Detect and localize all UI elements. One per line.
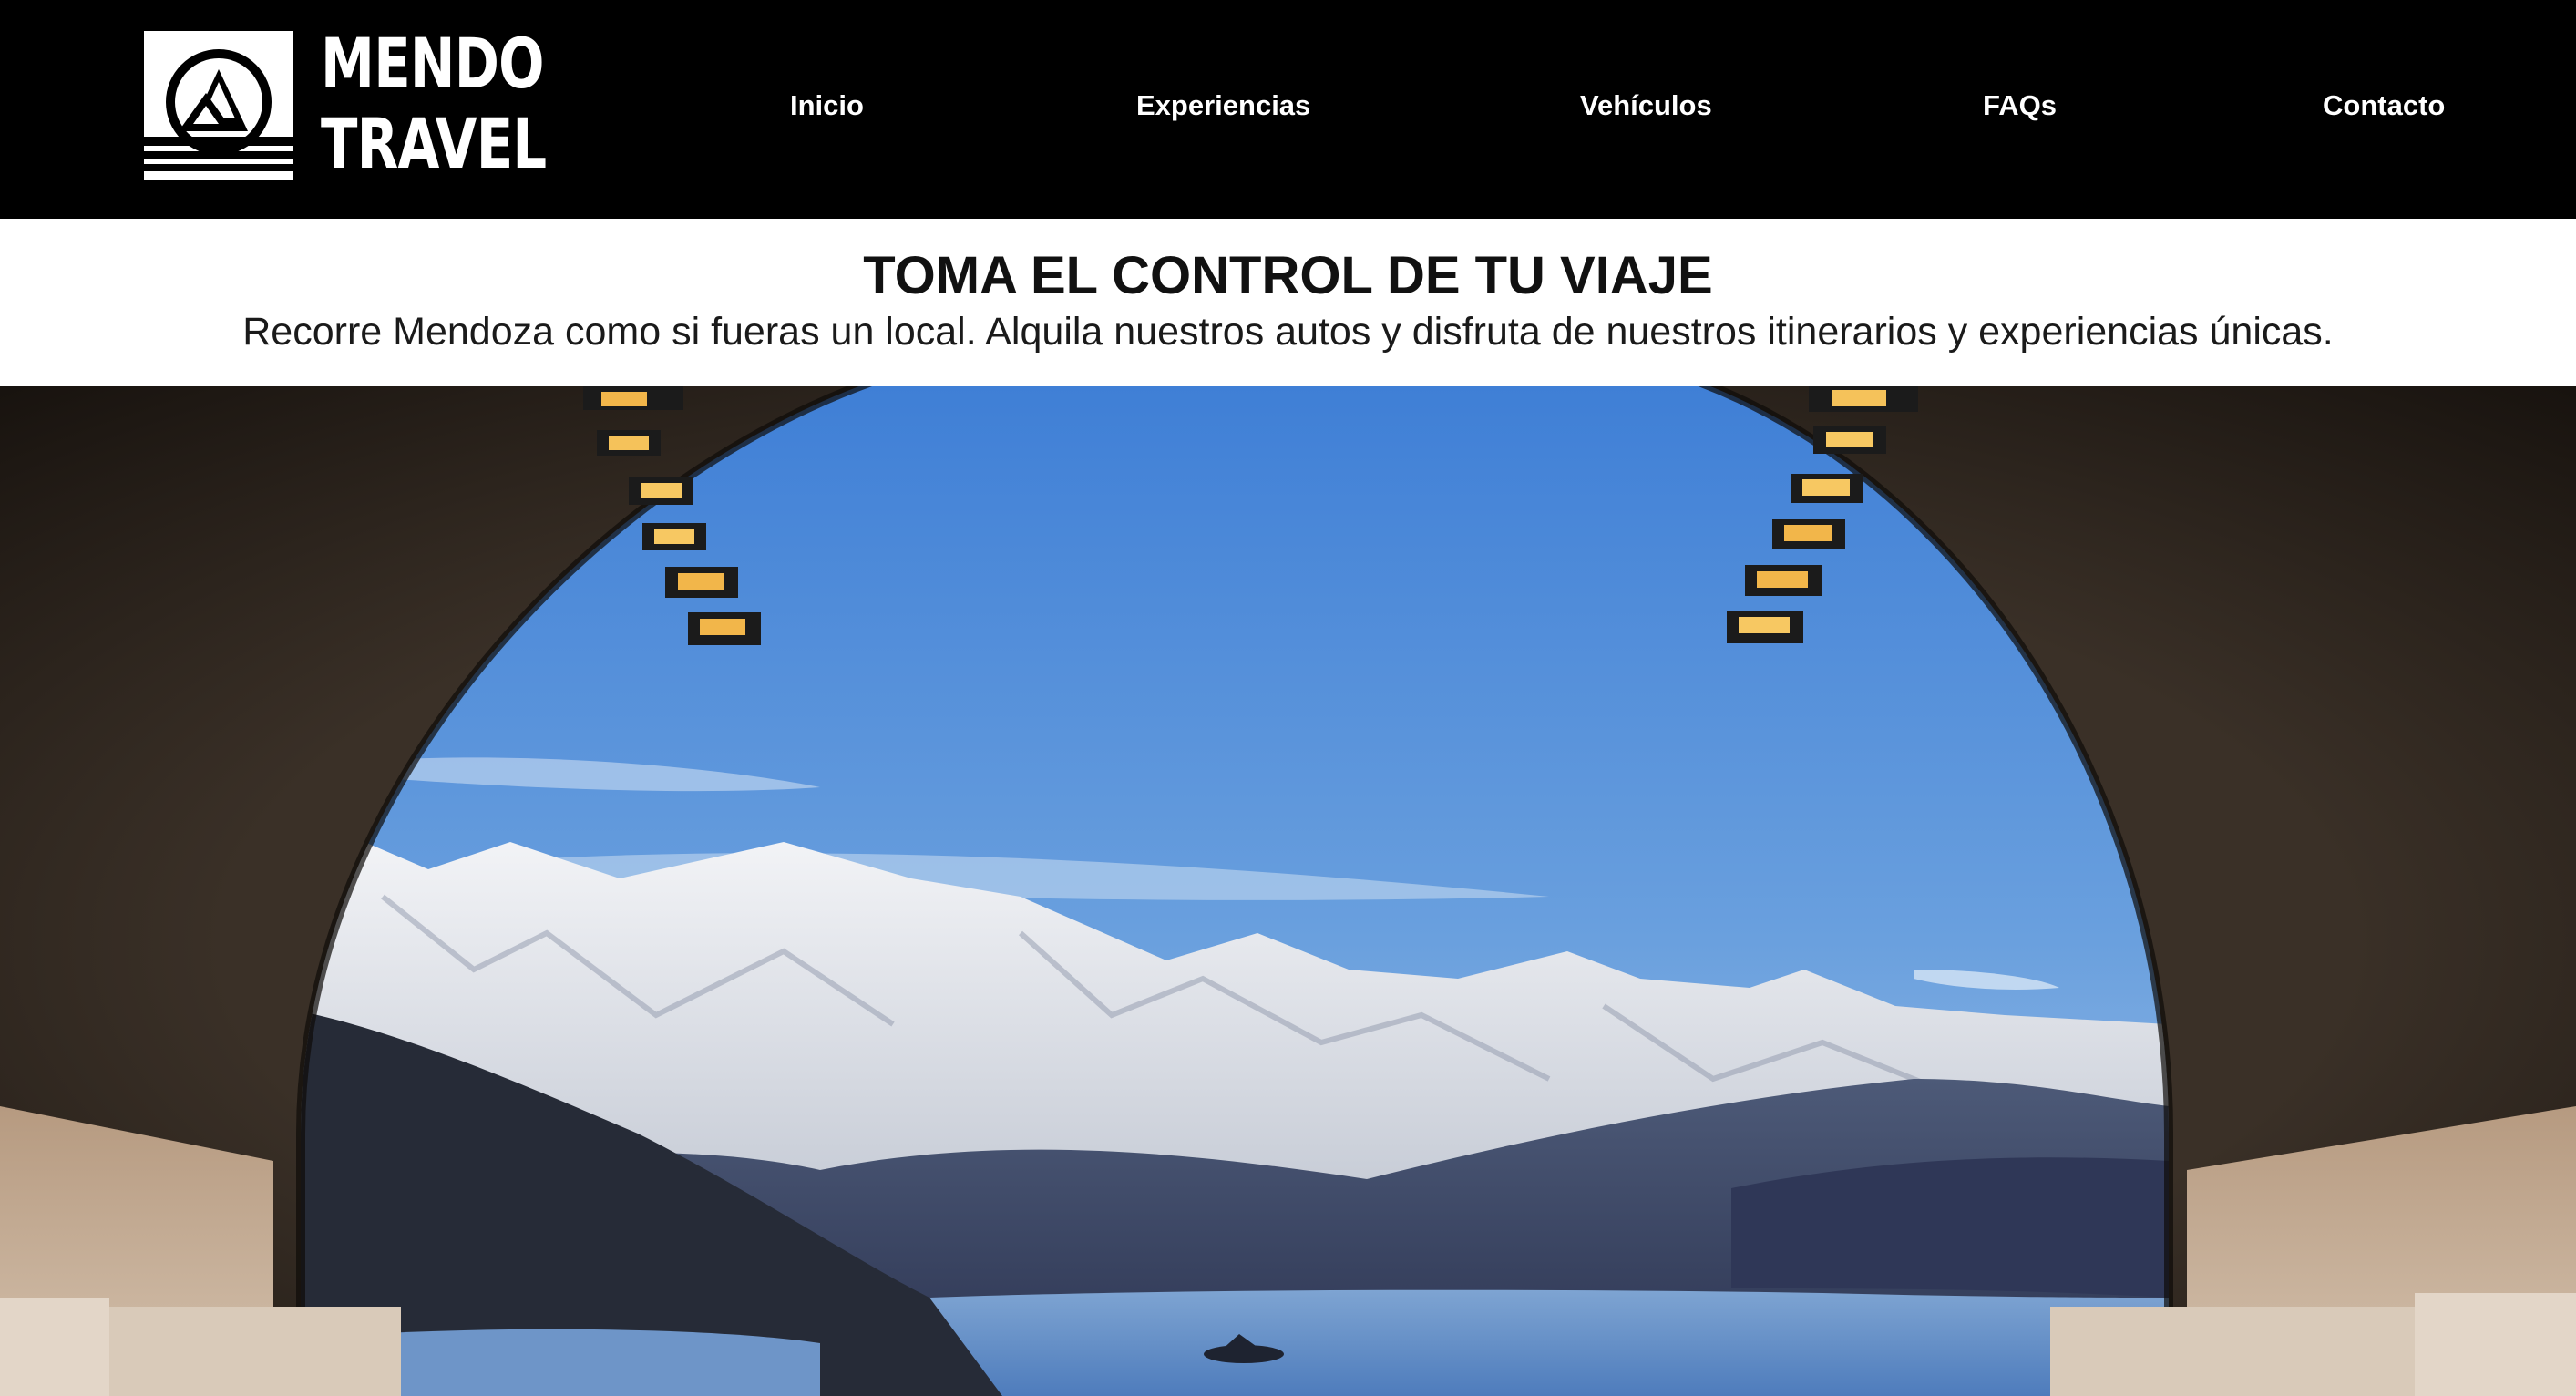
site-header: MENDO TRAVEL Inicio Experiencias Vehícul… [0, 0, 2576, 219]
page-title: TOMA EL CONTROL DE TU VIAJE [863, 246, 1713, 305]
nav-inicio[interactable]: Inicio [790, 87, 864, 124]
nav-contacto[interactable]: Contacto [2323, 87, 2445, 124]
nav-faqs[interactable]: FAQs [1983, 87, 2057, 124]
mountain-circle-logo-icon [144, 31, 293, 180]
page-subtitle: Recorre Mendoza como si fueras un local.… [242, 310, 2334, 354]
nav-experiencias[interactable]: Experiencias [1136, 87, 1310, 124]
nav-vehiculos[interactable]: Vehículos [1580, 87, 1712, 124]
brand-line-2: TRAVEL [321, 103, 547, 184]
intro-section: TOMA EL CONTROL DE TU VIAJE Recorre Mend… [0, 219, 2576, 386]
tunnel-mountain-lake-photo [0, 386, 2576, 1396]
brand-logo[interactable]: MENDO TRAVEL [142, 29, 547, 186]
page: MENDO TRAVEL Inicio Experiencias Vehícul… [0, 0, 2576, 1396]
hero-image [0, 386, 2576, 1396]
brand-line-1: MENDO [321, 23, 545, 104]
